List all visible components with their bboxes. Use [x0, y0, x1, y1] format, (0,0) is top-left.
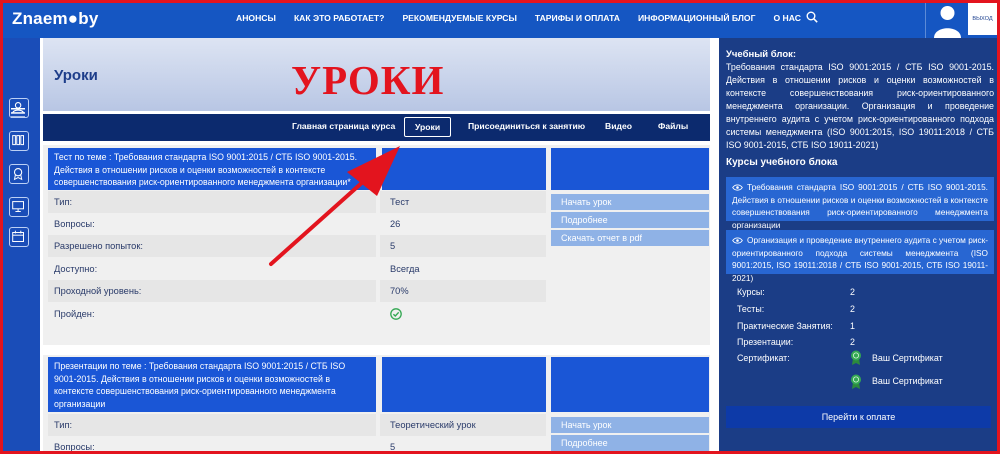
nav-item-announcements[interactable]: АНОНСЫ: [236, 13, 276, 23]
nav-item-recommended-courses[interactable]: РЕКОМЕНДУЕМЫЕ КУРСЫ: [402, 13, 516, 23]
lesson-row-label: Вопросы:: [54, 442, 95, 452]
overlay-title: УРОКИ: [291, 57, 445, 103]
medal-icon: [851, 350, 861, 365]
certificate-link[interactable]: Ваш Сертификат: [872, 353, 943, 363]
lesson-row-label: Тип:: [48, 414, 376, 436]
certificate-icon[interactable]: [9, 164, 29, 184]
page-title: Уроки: [54, 67, 98, 84]
eye-icon: [732, 237, 743, 244]
lesson-title-box: Презентации по теме : Требования стандар…: [48, 357, 376, 412]
lesson-row-label: Вопросы:: [54, 219, 95, 229]
medal-icon: [851, 374, 861, 389]
learning-block-panel: Учебный блок: Требования стандарта ISO 9…: [719, 38, 997, 454]
site-logo[interactable]: Znaem●by: [12, 9, 99, 29]
stat-value: 1: [850, 321, 855, 331]
nav-item-tariffs[interactable]: ТАРИФЫ И ОПЛАТА: [535, 13, 620, 23]
tab-video[interactable]: Видео: [605, 121, 632, 131]
lesson-row-value: Тест: [380, 191, 546, 213]
lesson-row-value: [380, 303, 546, 325]
lesson-header-block: [551, 357, 709, 412]
stat-value: 2: [850, 287, 855, 297]
lesson-row-label: Пройден:: [54, 309, 95, 319]
block-label: Учебный блок:: [726, 49, 797, 60]
stat-label: Тесты:: [737, 304, 765, 314]
top-navigation-bar: Znaem●by АНОНСЫ КАК ЭТО РАБОТАЕТ? РЕКОМЕ…: [0, 0, 1000, 38]
main-nav: АНОНСЫ КАК ЭТО РАБОТАЕТ? РЕКОМЕНДУЕМЫЕ К…: [236, 13, 819, 23]
start-lesson-button[interactable]: Начать урок: [551, 194, 709, 210]
lesson-row-label: Доступно:: [54, 264, 98, 274]
lesson-title: Презентации по теме : Требования стандар…: [54, 361, 346, 409]
lesson-header-block: [382, 148, 546, 190]
certificate-link[interactable]: Ваш Сертификат: [872, 376, 943, 386]
lesson-row-value: Всегда: [390, 264, 420, 274]
lesson-header-block: [382, 357, 546, 412]
details-button[interactable]: Подробнее: [551, 212, 709, 228]
stat-label: Курсы:: [737, 287, 765, 297]
lesson-card: Презентации по теме : Требования стандар…: [43, 355, 710, 454]
nav-item-blog[interactable]: ИНФОРМАЦИОННЫЙ БЛОГ: [638, 13, 755, 23]
lesson-row-label: Тип:: [48, 191, 376, 213]
course-tabs: Главная страница курса Уроки Присоединит…: [43, 114, 710, 141]
details-button[interactable]: Подробнее: [551, 435, 709, 451]
calendar-icon[interactable]: [9, 227, 29, 247]
user-avatar-icon: [934, 6, 961, 38]
tab-course-home[interactable]: Главная страница курса: [292, 121, 395, 131]
presentation-icon[interactable]: [9, 197, 29, 217]
stat-label: Презентации:: [737, 337, 794, 347]
start-lesson-button[interactable]: Начать урок: [551, 417, 709, 433]
course-title: Требования стандарта ISO 9001:2015 / СТБ…: [732, 182, 988, 230]
lesson-header-block: [551, 148, 709, 190]
user-avatar[interactable]: [925, 0, 968, 38]
nav-item-how-it-works[interactable]: КАК ЭТО РАБОТАЕТ?: [294, 13, 385, 23]
pay-button[interactable]: Перейти к оплате: [726, 406, 991, 428]
eye-icon: [732, 184, 743, 191]
stat-value: 2: [850, 337, 855, 347]
search-icon[interactable]: [806, 11, 818, 23]
library-icon[interactable]: [9, 131, 29, 151]
page-header: Уроки УРОКИ: [43, 38, 710, 111]
certificate-label: Сертификат:: [737, 353, 790, 363]
tab-join-session[interactable]: Присоединиться к занятию: [468, 121, 585, 131]
lesson-row-label: Разрешено попыток:: [48, 235, 376, 257]
lesson-title: Тест по теме : Требования стандарта ISO …: [54, 152, 358, 187]
logout-button[interactable]: ВЫХОД: [968, 3, 997, 35]
tab-lessons[interactable]: Уроки: [404, 117, 452, 137]
stat-value: 2: [850, 304, 855, 314]
tab-files[interactable]: Файлы: [658, 121, 688, 131]
lesson-card: Тест по теме : Требования стандарта ISO …: [43, 145, 710, 345]
left-sidebar: [0, 38, 40, 454]
download-pdf-report-button[interactable]: Скачать отчет в pdf: [551, 230, 709, 246]
lesson-row-value: 5: [380, 235, 546, 257]
nav-item-about[interactable]: О НАС: [773, 13, 800, 23]
lesson-row-value: Теоретический урок: [380, 414, 546, 436]
course-card[interactable]: Требования стандарта ISO 9001:2015 / СТБ…: [726, 177, 994, 230]
lesson-row-value: 70%: [380, 280, 546, 302]
course-card[interactable]: Организация и проведение внутреннего ауд…: [726, 230, 994, 283]
courses-heading: Курсы учебного блока: [726, 157, 838, 168]
lesson-row-label: Проходной уровень:: [48, 280, 376, 302]
stat-label: Практические Занятия:: [737, 321, 833, 331]
profile-icon[interactable]: [9, 98, 29, 118]
lesson-row-value: 5: [390, 442, 396, 452]
lesson-title-box: Тест по теме : Требования стандарта ISO …: [48, 148, 376, 190]
check-circle-icon: [390, 308, 402, 320]
course-title: Организация и проведение внутреннего ауд…: [732, 235, 988, 283]
block-description: Требования стандарта ISO 9001:2015 / СТБ…: [726, 62, 994, 150]
lesson-row-value: 26: [390, 219, 401, 229]
